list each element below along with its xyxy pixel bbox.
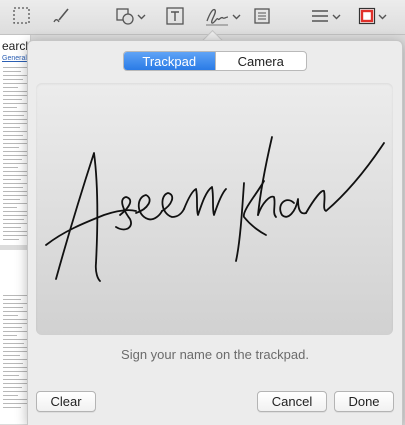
signature-stroke <box>235 182 245 262</box>
signature-stroke <box>135 194 163 221</box>
line-style-button[interactable] <box>310 5 341 27</box>
document-text-lines <box>3 67 27 243</box>
selection-icon <box>13 7 30 24</box>
document-text-lines <box>3 295 27 411</box>
chevron-down-icon <box>378 14 387 19</box>
note-tool-button[interactable] <box>252 5 272 27</box>
border-color-button[interactable] <box>358 5 387 27</box>
done-button[interactable]: Done <box>334 391 394 412</box>
input-source-selector: Trackpad Camera <box>123 51 307 71</box>
border-color-icon <box>358 7 376 25</box>
signature-stroke <box>305 142 385 214</box>
chevron-down-icon <box>332 14 341 19</box>
note-icon <box>254 8 270 24</box>
line-style-icon <box>312 10 328 22</box>
markup-toolbar <box>0 0 405 35</box>
signature-drawing <box>45 136 385 282</box>
signature-stroke <box>183 186 227 216</box>
signature-pad[interactable] <box>36 83 393 335</box>
sketch-icon <box>53 8 69 23</box>
signature-hint: Sign your name on the trackpad. <box>121 347 309 362</box>
signature-stroke <box>161 192 185 218</box>
chevron-down-icon <box>232 14 241 19</box>
shapes-icon <box>116 8 134 25</box>
text-tool-button[interactable] <box>165 5 185 27</box>
signature-stroke <box>243 180 267 236</box>
signature-icon <box>206 8 229 26</box>
cancel-button[interactable]: Cancel <box>257 391 327 412</box>
selection-tool-button[interactable] <box>12 5 32 27</box>
tab-camera[interactable]: Camera <box>214 52 307 70</box>
signature-stroke <box>115 196 132 231</box>
sketch-tool-button[interactable] <box>50 5 72 27</box>
signature-stroke <box>45 209 137 246</box>
signature-tool-button[interactable] <box>204 5 241 27</box>
text-box-icon <box>166 7 184 25</box>
tab-trackpad[interactable]: Trackpad <box>124 52 215 70</box>
shapes-tool-button[interactable] <box>115 5 146 27</box>
document-link: General <box>2 55 27 62</box>
signature-popover: Trackpad Camera Sign your name on the tr… <box>27 40 403 425</box>
signature-stroke <box>55 152 101 282</box>
chevron-down-icon <box>137 14 146 19</box>
clear-button[interactable]: Clear <box>36 391 96 412</box>
signature-stroke <box>279 198 307 218</box>
